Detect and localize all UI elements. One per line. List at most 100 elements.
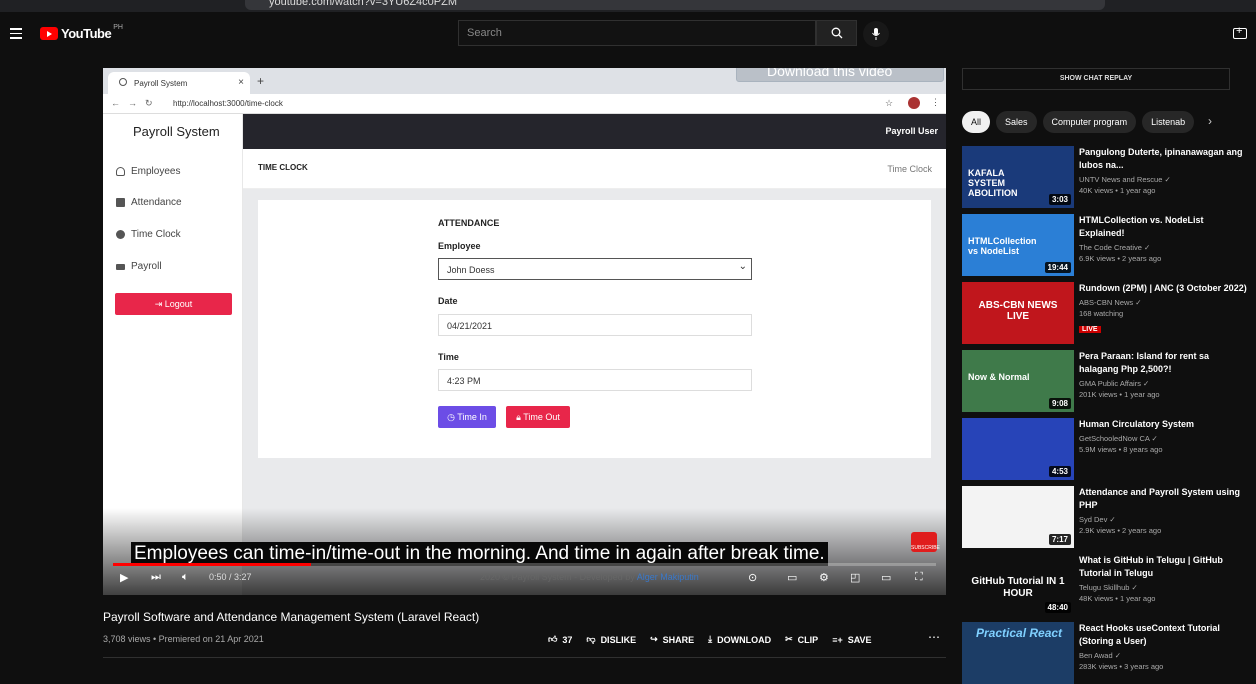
- video-title: Payroll Software and Attendance Manageme…: [103, 610, 480, 624]
- show-chat-replay-button[interactable]: SHOW CHAT REPLAY: [962, 68, 1230, 90]
- filter-chips: All Sales Computer program Listenab: [962, 111, 1195, 133]
- progress-bar[interactable]: [113, 563, 936, 566]
- recommendation-title[interactable]: Pera Paraan: Island for rent sa halagang…: [1079, 350, 1249, 376]
- chip-all[interactable]: All: [962, 111, 991, 133]
- volume-icon[interactable]: 🔈︎: [182, 571, 189, 584]
- autoplay-toggle-icon[interactable]: ⊙: [748, 571, 757, 584]
- video-thumbnail[interactable]: HTMLCollection vs NodeList 19:44: [962, 214, 1074, 276]
- menu-icon[interactable]: [10, 28, 22, 39]
- divider: [103, 657, 946, 658]
- recommendation-info: Human Circulatory System GetSchooledNow C…: [1079, 418, 1249, 454]
- video-thumbnail[interactable]: GitHub Tutorial IN 1 HOUR 48:40: [962, 554, 1074, 616]
- browser-url[interactable]: youtube.com/watch?v=3YU6Z4c0PZM: [245, 0, 1105, 10]
- channel-name[interactable]: Ben Awad ✓: [1079, 651, 1249, 660]
- chevron-right-icon[interactable]: ›: [1208, 114, 1212, 128]
- video-thumbnail[interactable]: 7:17: [962, 486, 1074, 548]
- inner-url: http://localhost:3000/time-clock: [173, 99, 283, 108]
- more-icon[interactable]: ⋯: [928, 630, 940, 644]
- recommendation-item[interactable]: 4:53 Human Circulatory System GetSchooledN…: [962, 418, 1252, 480]
- channel-name[interactable]: Telugu Skillhub ✓: [1079, 583, 1249, 592]
- download-video-overlay[interactable]: Download this video: [736, 68, 944, 82]
- thumbnail-text: ABS-CBN NEWS LIVE: [978, 300, 1058, 322]
- time-out-button: 🔒︎ Time Out: [506, 406, 570, 428]
- channel-name[interactable]: GMA Public Affairs ✓: [1079, 379, 1249, 388]
- subscribe-watermark[interactable]: SUBSCRIBE: [911, 532, 940, 552]
- inner-browser-tab: Payroll System ×: [108, 72, 250, 94]
- recommendation-title[interactable]: Attendance and Payroll System using PHP: [1079, 486, 1249, 512]
- recommendation-item[interactable]: HTMLCollection vs NodeList 19:44 HTMLColle…: [962, 214, 1252, 276]
- video-thumbnail[interactable]: Now & Normal 9:08: [962, 350, 1074, 412]
- form-heading: ATTENDANCE: [438, 218, 500, 228]
- video-duration: 3:03: [1048, 194, 1071, 205]
- share-button[interactable]: ↪ SHARE: [650, 634, 694, 645]
- settings-icon[interactable]: ⚙: [819, 571, 829, 584]
- next-icon[interactable]: ⏭︎: [151, 571, 161, 584]
- channel-name[interactable]: UNTV News and Rescue ✓: [1079, 175, 1249, 184]
- chip-computer-program[interactable]: Computer program: [1042, 111, 1137, 133]
- recommendation-title[interactable]: Human Circulatory System: [1079, 418, 1249, 431]
- scissors-icon: ✂: [785, 634, 793, 644]
- channel-name[interactable]: ABS-CBN News ✓: [1079, 298, 1249, 307]
- logo-text: YouTube: [61, 26, 112, 41]
- chip-listenable[interactable]: Listenab: [1142, 111, 1195, 133]
- video-player[interactable]: Payroll System × + Download this video ←…: [103, 68, 946, 595]
- theater-mode-icon[interactable]: ▭: [881, 571, 891, 584]
- video-thumbnail[interactable]: KAFALA SYSTEM ABOLITION 3:03: [962, 146, 1074, 208]
- live-badge: LIVE: [1079, 326, 1101, 333]
- recommendation-title[interactable]: What is GitHub in Telugu | GitHub Tutori…: [1079, 554, 1249, 580]
- miniplayer-icon[interactable]: ◰: [850, 571, 860, 584]
- chip-sales[interactable]: Sales: [996, 111, 1037, 133]
- logout-button: ⇥ Logout: [115, 293, 232, 315]
- progress-fill: [113, 563, 311, 566]
- search-input[interactable]: Search: [458, 20, 816, 46]
- inner-tab-title: Payroll System: [134, 79, 188, 88]
- recommendation-title[interactable]: React Hooks useContext Tutorial (Storing…: [1079, 622, 1249, 648]
- nav-attendance: Attendance: [116, 197, 182, 208]
- recommendation-item[interactable]: ABS-CBN NEWS LIVE Rundown (2PM) | ANC (3 …: [962, 282, 1252, 344]
- youtube-logo[interactable]: YouTube PH: [40, 24, 123, 41]
- search-button[interactable]: [816, 20, 857, 46]
- download-icon: ⤓: [708, 634, 713, 644]
- channel-name[interactable]: GetSchooledNow CA ✓: [1079, 434, 1249, 443]
- recommendation-item[interactable]: Now & Normal 9:08 Pera Paraan: Island for …: [962, 350, 1252, 412]
- video-thumbnail[interactable]: ABS-CBN NEWS LIVE: [962, 282, 1074, 344]
- channel-name[interactable]: Syd Dev ✓: [1079, 515, 1249, 524]
- thumbnail-text: KAFALA SYSTEM ABOLITION: [968, 168, 1018, 198]
- date-field: 04/21/2021: [438, 314, 752, 336]
- clip-button[interactable]: ✂ CLIP: [785, 634, 818, 645]
- recommendation-title[interactable]: Pangulong Duterte, ipinanawagan ang lubo…: [1079, 146, 1249, 172]
- recommendation-item[interactable]: GitHub Tutorial IN 1 HOUR 48:40 What is Gi…: [962, 554, 1252, 616]
- create-icon[interactable]: [1233, 25, 1247, 39]
- date-label: Date: [438, 296, 458, 306]
- recommendation-item[interactable]: KAFALA SYSTEM ABOLITION 3:03 Pangulong Dut…: [962, 146, 1252, 208]
- save-button[interactable]: ≡+ SAVE: [832, 634, 871, 645]
- dislike-button[interactable]: 👎︎ DISLIKE: [586, 634, 636, 645]
- fullscreen-icon[interactable]: ⛶: [915, 571, 923, 584]
- video-thumbnail[interactable]: Practical React: [962, 622, 1074, 684]
- playlist-add-icon: ≡+: [832, 634, 843, 645]
- recommendation-item[interactable]: Practical React React Hooks useContext Tu…: [962, 622, 1252, 684]
- video-stats: 283K views • 3 years ago: [1079, 662, 1164, 671]
- video-stats: 201K views • 1 year ago: [1079, 390, 1160, 399]
- subtitles-icon[interactable]: ▭: [787, 571, 797, 584]
- recommendation-title[interactable]: HTMLCollection vs. NodeList Explained!: [1079, 214, 1249, 240]
- footer-text: 2020 © Payroll System - Developed by: [480, 572, 635, 582]
- share-icon: ↪: [650, 634, 658, 644]
- globe-icon: [119, 78, 127, 86]
- like-button[interactable]: 👍︎ 37: [548, 634, 572, 645]
- app-page-header: TIME CLOCK Time Clock: [243, 149, 946, 189]
- thumbs-up-icon: 👍︎: [548, 634, 558, 644]
- download-button[interactable]: ⤓ DOWNLOAD: [708, 634, 771, 645]
- app-brand: Payroll System: [133, 124, 220, 139]
- voice-search-button[interactable]: [863, 21, 889, 47]
- app-footer: 2020 © Payroll System - Developed by Alg…: [480, 572, 699, 582]
- recommendation-title[interactable]: Rundown (2PM) | ANC (3 October 2022): [1079, 282, 1249, 295]
- video-duration: 48:40: [1044, 602, 1071, 613]
- play-icon[interactable]: ▶: [120, 571, 128, 584]
- video-thumbnail[interactable]: 4:53: [962, 418, 1074, 480]
- nav-label: Employees: [131, 166, 181, 177]
- app-topbar: Payroll User: [243, 114, 946, 149]
- recommendation-item[interactable]: 7:17 Attendance and Payroll System using …: [962, 486, 1252, 548]
- logout-label: Logout: [164, 299, 193, 309]
- channel-name[interactable]: The Code Creative ✓: [1079, 243, 1249, 252]
